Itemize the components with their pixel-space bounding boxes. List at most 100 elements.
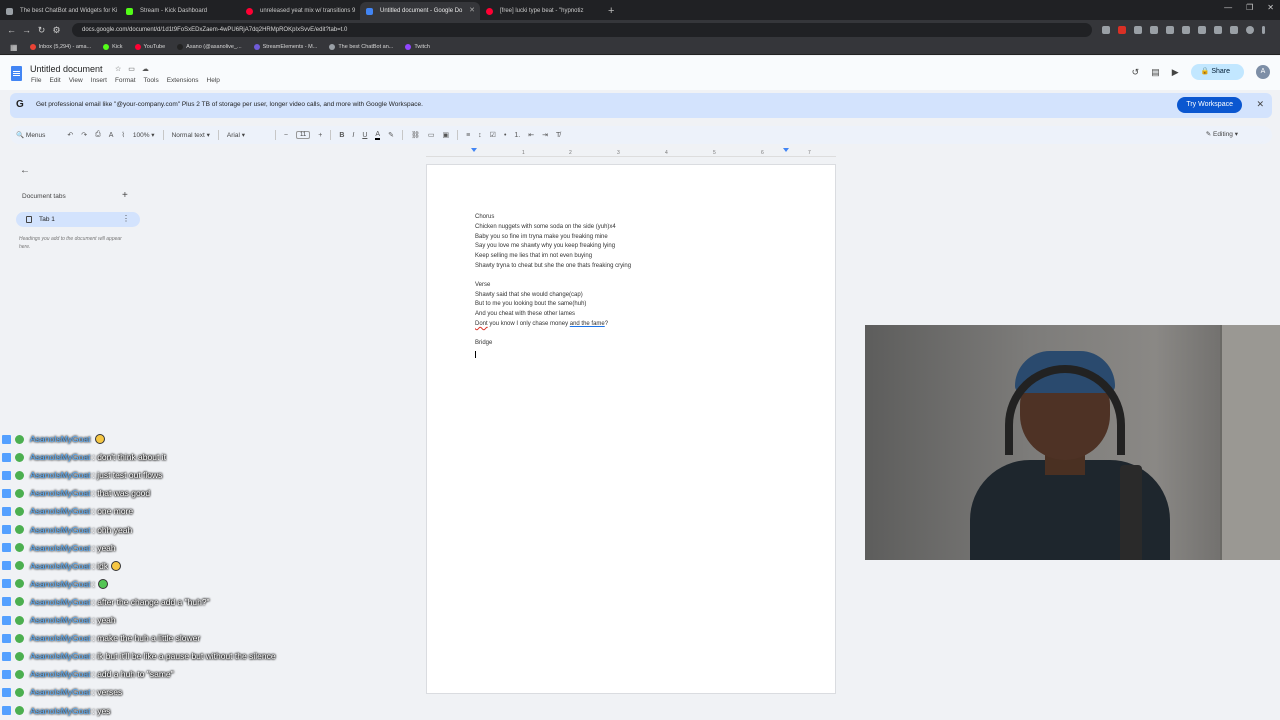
menu-format[interactable]: Format bbox=[115, 77, 136, 84]
comments-icon[interactable]: ▤ bbox=[1151, 67, 1160, 78]
browser-tab-active[interactable]: Untitled document - Google Do ✕ bbox=[360, 2, 480, 20]
smile-emoji-icon bbox=[95, 434, 106, 444]
more-options-icon[interactable]: ⋮ bbox=[122, 214, 130, 223]
share-page-icon[interactable] bbox=[1102, 26, 1110, 34]
more-menu-icon[interactable] bbox=[1262, 26, 1265, 34]
menu-tools[interactable]: Tools bbox=[144, 77, 159, 84]
bookmark-item[interactable]: Kick bbox=[99, 44, 126, 50]
bookmark-item[interactable]: Twitch bbox=[401, 44, 434, 50]
reload-icon[interactable]: ↻ bbox=[34, 25, 49, 36]
new-tab-button[interactable]: + bbox=[600, 2, 622, 20]
link-icon[interactable]: ⛓ bbox=[411, 131, 420, 139]
docs-logo-icon[interactable] bbox=[11, 66, 22, 81]
cloud-status-icon[interactable]: ☁ bbox=[142, 65, 149, 73]
site-info-icon[interactable]: ⚙ bbox=[49, 25, 64, 36]
extension-icon[interactable] bbox=[1214, 26, 1222, 34]
bookmark-item[interactable]: Inbox (5,294) - ama... bbox=[26, 44, 96, 50]
apps-icon[interactable]: ▦ bbox=[6, 43, 22, 52]
extension-icon[interactable] bbox=[1166, 26, 1174, 34]
image-icon[interactable]: ▣ bbox=[442, 131, 449, 139]
text-color-icon[interactable]: A bbox=[375, 131, 381, 140]
sidebar-item-tab1[interactable]: Tab 1 ⋮ bbox=[16, 212, 140, 227]
right-indent-marker[interactable] bbox=[783, 148, 789, 152]
menu-extensions[interactable]: Extensions bbox=[167, 77, 199, 84]
maximize-icon[interactable]: ❐ bbox=[1246, 3, 1253, 12]
bookmark-item[interactable]: YouTube bbox=[131, 44, 170, 50]
menus-search[interactable]: 🔍 Menus bbox=[16, 131, 45, 139]
extension-icon[interactable] bbox=[1118, 26, 1126, 34]
extension-icon[interactable] bbox=[1150, 26, 1158, 34]
profile-icon[interactable] bbox=[1246, 26, 1254, 34]
subscriber-badge-icon bbox=[2, 525, 11, 534]
increase-font-icon[interactable]: + bbox=[318, 132, 322, 139]
menu-help[interactable]: Help bbox=[207, 77, 220, 84]
close-banner-icon[interactable]: ✕ bbox=[1256, 99, 1264, 110]
numbered-list-icon[interactable]: 1. bbox=[514, 132, 520, 139]
line-spacing-icon[interactable]: ↕ bbox=[478, 132, 482, 139]
extension-icon[interactable] bbox=[1230, 26, 1238, 34]
print-icon[interactable]: ⎙ bbox=[95, 131, 101, 139]
browser-tab[interactable]: unreleased yeat mix w/ transitions 9 bbox=[240, 2, 360, 20]
comment-icon[interactable]: ▭ bbox=[428, 131, 435, 139]
spelling-error[interactable]: Dont bbox=[475, 321, 488, 327]
bookmark-item[interactable]: StreamElements - M... bbox=[250, 44, 322, 50]
spellcheck-icon[interactable]: A bbox=[109, 132, 114, 139]
try-workspace-button[interactable]: Try Workspace bbox=[1177, 97, 1242, 113]
kick-badge-icon bbox=[15, 597, 24, 607]
back-icon[interactable]: ← bbox=[4, 25, 19, 35]
close-window-icon[interactable]: ✕ bbox=[1267, 3, 1274, 12]
paint-format-icon[interactable]: ⌇ bbox=[121, 131, 124, 139]
left-indent-marker[interactable] bbox=[471, 148, 477, 152]
style-select[interactable]: Normal text ▾ bbox=[172, 131, 210, 139]
bookmark-label: The best ChatBot an... bbox=[338, 44, 394, 50]
menu-file[interactable]: File bbox=[31, 77, 41, 84]
redo-icon[interactable]: ↷ bbox=[81, 131, 87, 139]
extension-icon[interactable] bbox=[1134, 26, 1142, 34]
grammar-suggestion[interactable]: and the fame bbox=[570, 321, 605, 327]
chat-username: AsanoIsMyGoat bbox=[30, 542, 91, 553]
youtube-favicon-icon bbox=[246, 8, 253, 15]
undo-icon[interactable]: ↶ bbox=[67, 131, 73, 139]
browser-tab[interactable]: Stream - Kick Dashboard bbox=[120, 2, 240, 20]
checklist-icon[interactable]: ☑ bbox=[490, 131, 496, 139]
toolbar-divider bbox=[457, 130, 459, 140]
extension-icon[interactable] bbox=[1182, 26, 1190, 34]
bookmark-item[interactable]: Asano (@asanolive_... bbox=[173, 44, 245, 50]
minimize-icon[interactable]: — bbox=[1224, 3, 1232, 12]
bold-icon[interactable]: B bbox=[339, 132, 344, 139]
move-folder-icon[interactable]: ▭ bbox=[128, 65, 135, 73]
avatar[interactable]: A bbox=[1256, 65, 1270, 79]
decrease-font-icon[interactable]: − bbox=[284, 132, 288, 139]
align-icon[interactable]: ≡ bbox=[466, 132, 470, 139]
browser-tab[interactable]: The best ChatBot and Widgets for Ki bbox=[0, 2, 120, 20]
browser-tab[interactable]: [free] lucki type beat - "hypnotiz bbox=[480, 2, 600, 20]
forward-icon[interactable]: → bbox=[19, 25, 34, 35]
close-tab-icon[interactable]: ✕ bbox=[469, 6, 475, 14]
highlight-icon[interactable]: ✎ bbox=[388, 131, 394, 139]
italic-icon[interactable]: I bbox=[352, 132, 354, 139]
increase-indent-icon[interactable]: ⇥ bbox=[542, 131, 548, 139]
url-field[interactable]: docs.google.com/document/d/1d1t9FoSxEDxZ… bbox=[72, 23, 1092, 37]
menu-edit[interactable]: Edit bbox=[49, 77, 60, 84]
menu-insert[interactable]: Insert bbox=[91, 77, 107, 84]
bullet-list-icon[interactable]: • bbox=[504, 132, 506, 139]
chat-message-text: : idk bbox=[92, 560, 109, 571]
history-icon[interactable]: ↺ bbox=[1132, 67, 1140, 78]
star-icon[interactable]: ☆ bbox=[115, 65, 121, 73]
share-button[interactable]: 🔒 Share bbox=[1190, 64, 1244, 80]
zoom-select[interactable]: 100% ▾ bbox=[133, 131, 155, 139]
decrease-indent-icon[interactable]: ⇤ bbox=[528, 131, 534, 139]
menu-view[interactable]: View bbox=[69, 77, 83, 84]
bookmark-item[interactable]: The best ChatBot an... bbox=[325, 44, 397, 50]
document-title[interactable]: Untitled document bbox=[30, 64, 103, 74]
hide-outline-arrow-icon[interactable]: ← bbox=[20, 165, 30, 176]
meet-icon[interactable]: ▶ bbox=[1172, 67, 1179, 78]
font-select[interactable]: Arial ▾ bbox=[227, 131, 267, 139]
add-tab-button[interactable]: + bbox=[122, 190, 128, 201]
editing-mode-select[interactable]: ✎ Editing ▾ bbox=[1206, 130, 1238, 138]
extension-icon[interactable] bbox=[1198, 26, 1206, 34]
clear-formatting-icon[interactable]: T̸ bbox=[556, 132, 560, 139]
underline-icon[interactable]: U bbox=[362, 132, 367, 139]
document-page[interactable]: Chorus Chicken nuggets with some soda on… bbox=[426, 164, 836, 694]
font-size-input[interactable]: 11 bbox=[295, 131, 311, 139]
